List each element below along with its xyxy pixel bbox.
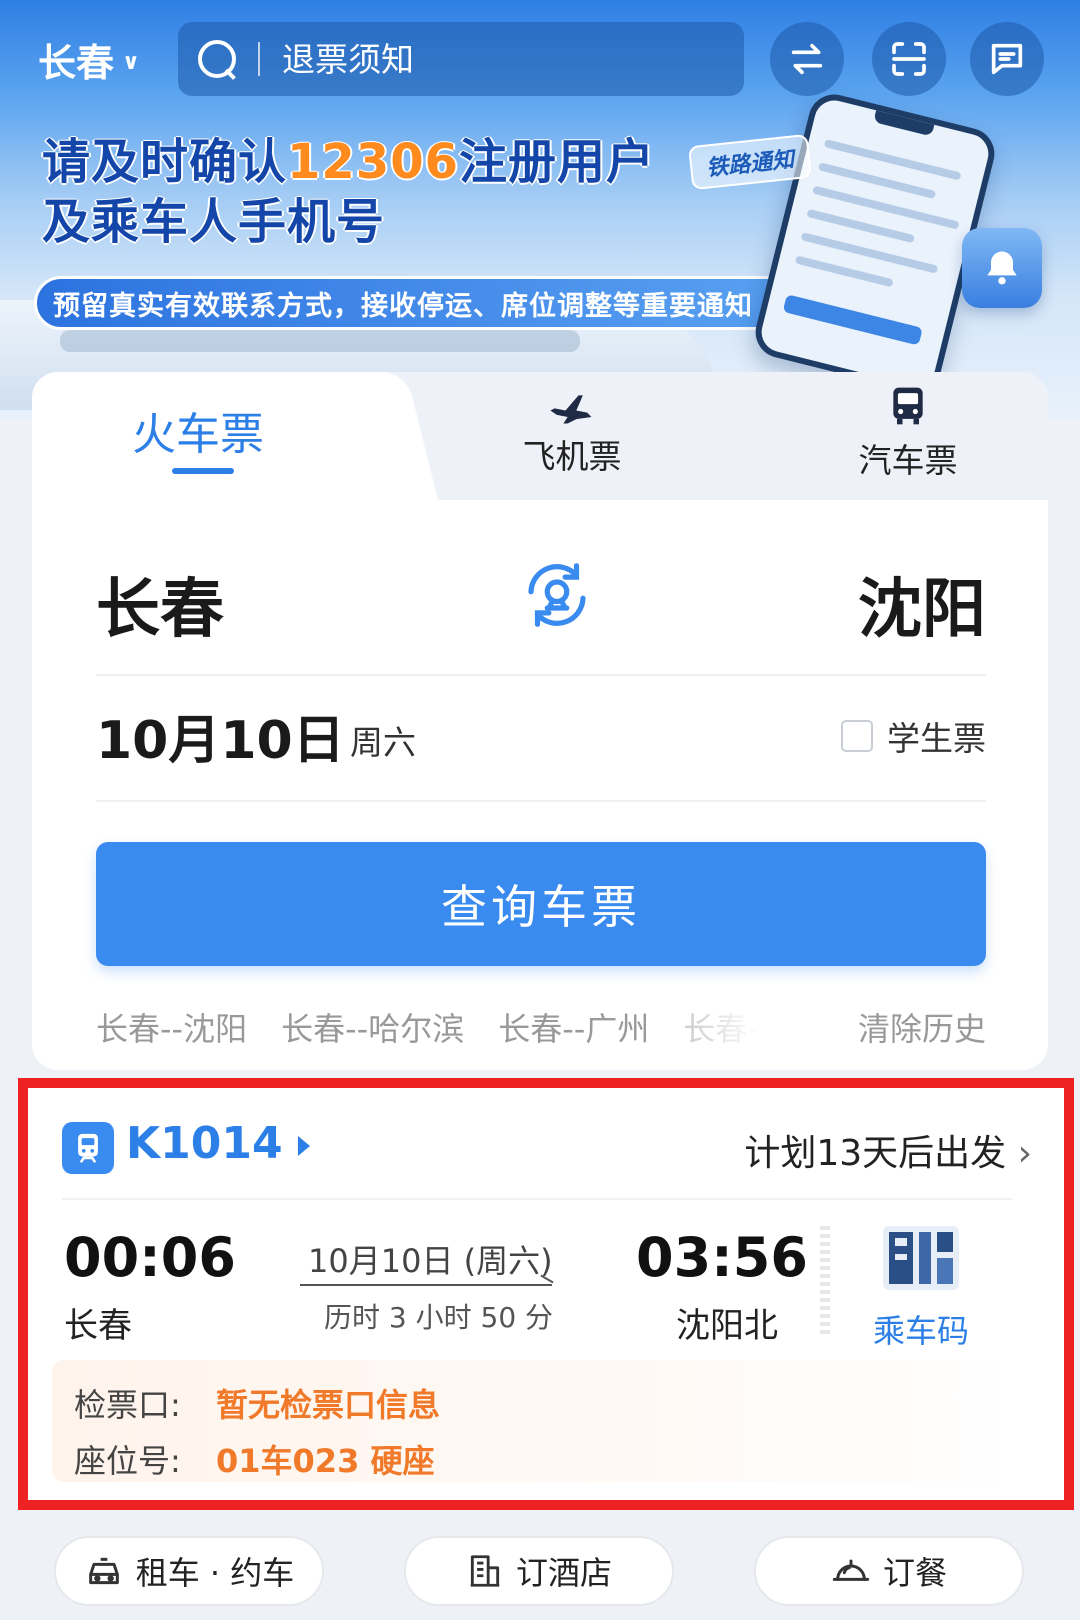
- search-separator: [258, 42, 260, 76]
- chevron-down-icon: ∨: [122, 49, 140, 75]
- food-order-button[interactable]: 订餐: [754, 1536, 1024, 1606]
- departure-countdown: 计划13天后出发 ›: [744, 1133, 1032, 1174]
- train-icon: [62, 1122, 114, 1174]
- gate-value: 暂无检票口信息: [216, 1386, 441, 1424]
- search-input[interactable]: [282, 39, 702, 79]
- gate-label: 检票口:: [74, 1386, 181, 1424]
- scan-button[interactable]: [872, 22, 946, 96]
- message-icon: [991, 43, 1023, 75]
- city-name: 长春: [38, 40, 115, 85]
- train-number: K1014: [126, 1118, 283, 1169]
- ride-code-label: 乘车码: [872, 1312, 969, 1350]
- tab-flight-label: 飞机票: [522, 437, 622, 476]
- bus-icon: [893, 387, 923, 425]
- swap-stations-button[interactable]: [518, 556, 596, 634]
- caret-right-icon: [298, 1136, 310, 1156]
- student-ticket-toggle[interactable]: 学生票: [841, 712, 986, 760]
- route-selector: 长春 沈阳: [96, 548, 986, 658]
- upcoming-trip-card[interactable]: K1014 计划13天后出发 › 00:06 长春 10月10日 (周六) 历时…: [38, 1098, 1054, 1492]
- message-button[interactable]: [970, 22, 1044, 96]
- trip-date: 10月10日 (周六): [308, 1242, 553, 1280]
- top-bar: 长春 ∨: [0, 20, 1080, 98]
- swap-arrows-icon: [791, 43, 823, 75]
- student-ticket-label: 学生票: [887, 719, 986, 758]
- date-row: 10月10日 周六 学生票: [96, 690, 986, 780]
- scan-icon: [892, 42, 926, 76]
- tab-bus[interactable]: 汽车票: [808, 384, 1008, 494]
- history-item[interactable]: 长春--哈尔滨: [281, 1004, 464, 1050]
- seat-label: 座位号:: [74, 1442, 181, 1480]
- tab-train-label: 火车票: [132, 409, 264, 460]
- divider: [96, 674, 986, 676]
- departure-time: 00:06: [64, 1226, 236, 1289]
- transfer-button[interactable]: [770, 22, 844, 96]
- history-item[interactable]: 长春--沈阳: [96, 1004, 247, 1050]
- departure-city[interactable]: 长春: [96, 558, 224, 650]
- travel-date[interactable]: 10月10日: [96, 698, 345, 773]
- student-ticket-checkbox[interactable]: [841, 720, 873, 752]
- ride-code-button[interactable]: 乘车码: [866, 1218, 976, 1368]
- airplane-icon: [550, 395, 592, 424]
- car-icon: [88, 1557, 119, 1585]
- divider: [96, 800, 986, 802]
- tab-train[interactable]: 火车票: [32, 372, 382, 500]
- arrival-time: 03:56: [636, 1226, 808, 1289]
- ticket-search-card: 火车票 飞机票 汽车票 长春 沈阳 10月10日 周六 学生票 查询车票 长春-…: [32, 372, 1048, 1070]
- search-history: 长春--沈阳 长春--哈尔滨 长春--广州 长春- 清除历史: [96, 1002, 986, 1052]
- query-tickets-button[interactable]: 查询车票: [96, 842, 986, 966]
- history-item[interactable]: 长春--广州: [498, 1004, 649, 1050]
- departure-station: 长春: [64, 1306, 132, 1346]
- ticket-type-tabs: 火车票 飞机票 汽车票: [32, 372, 1048, 500]
- ride-code-icon: [883, 1226, 959, 1290]
- journey-arrow: [300, 1284, 552, 1286]
- trip-duration: 历时 3 小时 50 分: [324, 1301, 554, 1334]
- tab-bus-label: 汽车票: [858, 441, 958, 480]
- search-icon: [196, 38, 238, 80]
- banner-title: 请及时确认12306注册用户 及乘车人手机号: [42, 134, 656, 250]
- tab-flight[interactable]: 飞机票: [472, 384, 672, 494]
- car-rental-button[interactable]: 租车 · 约车: [54, 1536, 324, 1606]
- hotel-label: 订酒店: [515, 1554, 612, 1592]
- bell-icon: [962, 228, 1042, 308]
- banner-subtitle: 预留真实有效联系方式，接收停运、席位调整等重要通知: [34, 276, 814, 330]
- history-item[interactable]: 长春-: [683, 1004, 759, 1050]
- chevron-right-icon: ›: [1017, 1133, 1032, 1174]
- food-cloche-icon: [832, 1559, 870, 1581]
- railway-swap-icon: [528, 563, 586, 627]
- train-window-strip: [60, 330, 580, 352]
- clear-history-button[interactable]: 清除历史: [858, 1004, 986, 1050]
- search-bar[interactable]: [178, 22, 744, 96]
- car-rental-label: 租车 · 约车: [135, 1554, 295, 1592]
- travel-weekday: 周六: [350, 723, 416, 762]
- city-selector[interactable]: 长春 ∨: [38, 34, 140, 85]
- dotted-separator: [820, 1226, 830, 1338]
- hotel-icon: [470, 1555, 500, 1587]
- gate-row: 检票口: 暂无检票口信息: [74, 1380, 440, 1426]
- seat-row: 座位号: 01车023 硬座: [74, 1436, 434, 1482]
- tab-active-indicator: [172, 468, 234, 474]
- hotel-button[interactable]: 订酒店: [404, 1536, 674, 1606]
- ticket-info-box: 检票口: 暂无检票口信息 座位号: 01车023 硬座: [52, 1360, 1022, 1482]
- trip-header[interactable]: K1014 计划13天后出发 ›: [62, 1118, 1032, 1178]
- food-order-label: 订餐: [882, 1554, 947, 1592]
- arrival-station: 沈阳北: [676, 1306, 778, 1346]
- divider: [62, 1198, 1012, 1200]
- arrival-city[interactable]: 沈阳: [858, 558, 986, 650]
- seat-value: 01车023 硬座: [216, 1442, 435, 1480]
